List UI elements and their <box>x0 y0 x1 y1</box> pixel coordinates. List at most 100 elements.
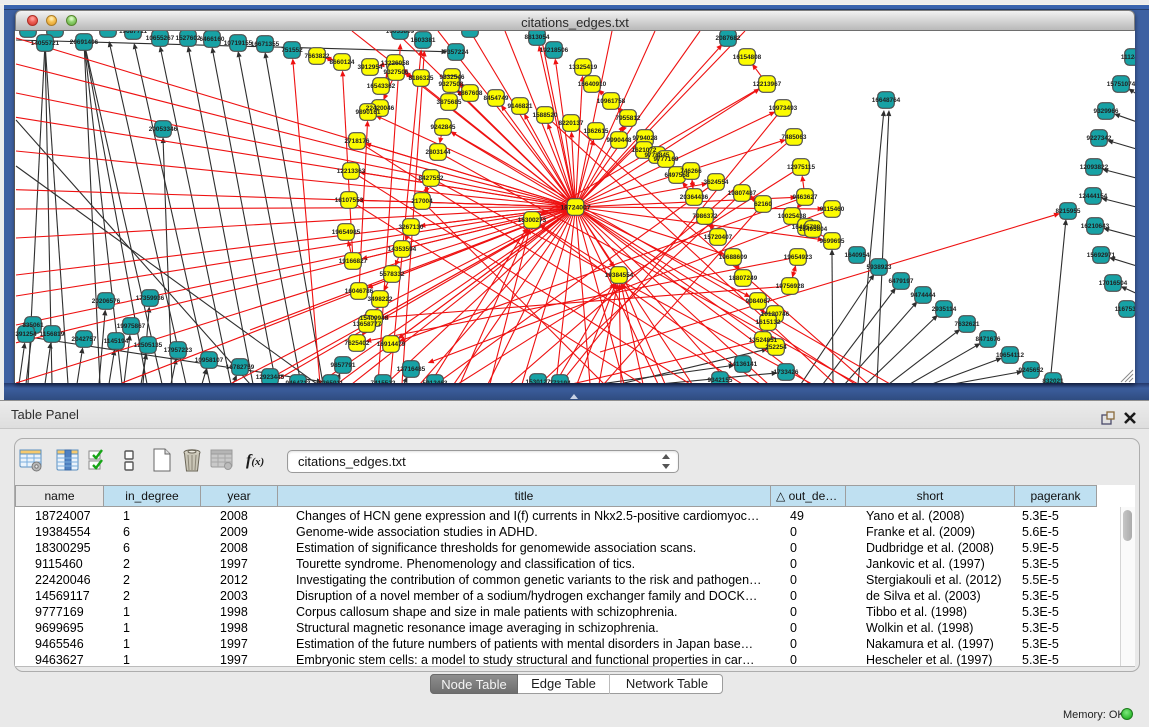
svg-text:10120746: 10120746 <box>761 311 790 318</box>
svg-text:217004: 217004 <box>411 198 433 205</box>
svg-text:9332546: 9332546 <box>440 74 465 81</box>
svg-text:13716485: 13716485 <box>397 366 426 373</box>
svg-text:20053346: 20053346 <box>149 126 178 133</box>
svg-text:9327506: 9327506 <box>384 69 409 76</box>
svg-text:9245652: 9245652 <box>1019 367 1044 374</box>
svg-text:9794028: 9794028 <box>633 135 658 142</box>
svg-text:7663822: 7663822 <box>305 53 330 60</box>
svg-text:3624554: 3624554 <box>704 179 729 186</box>
svg-text:12444154: 12444154 <box>1079 193 1108 200</box>
svg-text:12213363: 12213363 <box>337 168 366 175</box>
svg-text:8427552: 8427552 <box>419 175 444 182</box>
svg-text:9329966: 9329966 <box>1094 108 1119 115</box>
svg-text:12093822: 12093822 <box>1080 164 1109 171</box>
svg-text:7357224: 7357224 <box>444 49 469 56</box>
svg-text:20691406: 20691406 <box>70 39 99 46</box>
svg-text:9464713: 9464713 <box>286 380 311 383</box>
svg-text:10025438: 10025438 <box>778 213 807 220</box>
svg-text:19384554: 19384554 <box>605 272 634 279</box>
svg-text:15692971: 15692971 <box>1087 252 1116 259</box>
svg-text:9474444: 9474444 <box>911 292 936 299</box>
svg-text:20206576: 20206576 <box>92 298 121 305</box>
svg-text:62160: 62160 <box>754 201 772 208</box>
svg-text:8186325: 8186325 <box>409 75 434 82</box>
svg-text:773194: 773194 <box>549 380 571 383</box>
svg-text:7485063: 7485063 <box>782 134 807 141</box>
svg-text:10655267: 10655267 <box>146 35 175 42</box>
svg-text:18724007: 18724007 <box>560 204 590 211</box>
svg-text:1588520: 1588520 <box>533 112 558 119</box>
svg-text:16543362: 16543362 <box>367 83 396 90</box>
svg-text:8471676: 8471676 <box>976 336 1001 343</box>
svg-text:9990448: 9990448 <box>607 137 632 144</box>
svg-text:10807487: 10807487 <box>728 190 757 197</box>
svg-text:13524851: 13524851 <box>749 337 778 344</box>
svg-text:9327508: 9327508 <box>439 81 464 88</box>
svg-text:2935114: 2935114 <box>932 306 957 313</box>
svg-text:1530127: 1530127 <box>526 379 551 383</box>
svg-text:751552: 751552 <box>281 47 303 54</box>
svg-text:9342155: 9342155 <box>708 377 733 383</box>
svg-text:835061: 835061 <box>22 322 44 329</box>
svg-text:9146821: 9146821 <box>508 103 533 110</box>
svg-text:16210643: 16210643 <box>1081 223 1110 230</box>
svg-text:5578332: 5578332 <box>380 271 405 278</box>
svg-text:1112476: 1112476 <box>1121 54 1135 61</box>
svg-text:9937141: 9937141 <box>458 31 483 33</box>
svg-text:9777169: 9777169 <box>654 156 679 163</box>
svg-text:15300273: 15300273 <box>518 217 547 224</box>
svg-text:16640910: 16640910 <box>578 81 607 88</box>
svg-text:17016504: 17016504 <box>1099 280 1128 287</box>
svg-text:1362615: 1362615 <box>584 128 609 135</box>
svg-text:2087682: 2087682 <box>716 35 741 42</box>
svg-text:1527602: 1527602 <box>176 35 201 42</box>
svg-text:9115460: 9115460 <box>820 206 845 213</box>
svg-text:19756928: 19756928 <box>776 283 805 290</box>
svg-text:12975115: 12975115 <box>787 164 816 171</box>
svg-text:7415522: 7415522 <box>371 380 396 383</box>
svg-text:9699695: 9699695 <box>820 238 845 245</box>
svg-text:2718176: 2718176 <box>345 138 370 145</box>
svg-text:19218506: 19218506 <box>540 47 569 54</box>
svg-text:9242845: 9242845 <box>431 124 456 131</box>
svg-text:8220137: 8220137 <box>559 120 584 127</box>
svg-text:2055721: 2055721 <box>43 31 68 33</box>
svg-text:3912954: 3912954 <box>358 64 383 71</box>
svg-text:5938923: 5938923 <box>867 264 892 271</box>
svg-text:18107553: 18107553 <box>335 197 364 204</box>
svg-text:16046786: 16046786 <box>345 288 374 295</box>
svg-text:17957223: 17957223 <box>164 347 193 354</box>
svg-text:16033809: 16033809 <box>386 31 415 35</box>
svg-text:16782759: 16782759 <box>226 364 255 371</box>
svg-text:10973493: 10973493 <box>769 105 798 112</box>
svg-text:7632621: 7632621 <box>955 321 980 328</box>
svg-text:14055721: 14055721 <box>31 40 60 47</box>
svg-text:10961758: 10961758 <box>597 98 626 105</box>
svg-text:16154808: 16154808 <box>733 54 762 61</box>
svg-text:8265911: 8265911 <box>319 380 344 383</box>
svg-text:12213967: 12213967 <box>753 81 782 88</box>
svg-text:16093809: 16093809 <box>15 31 43 33</box>
svg-text:19975867: 19975867 <box>117 323 146 330</box>
svg-text:20364436: 20364436 <box>680 194 709 201</box>
svg-text:1603381: 1603381 <box>411 37 436 44</box>
svg-text:1615132: 1615132 <box>756 319 781 326</box>
svg-text:16671355: 16671355 <box>251 41 280 48</box>
svg-text:15720407: 15720407 <box>704 234 733 241</box>
svg-text:10654112: 10654112 <box>996 352 1025 359</box>
svg-text:9890161: 9890161 <box>356 109 381 116</box>
svg-text:8454749: 8454749 <box>484 95 509 102</box>
svg-text:13325419: 13325419 <box>569 64 598 71</box>
svg-text:19654923: 19654923 <box>784 254 813 261</box>
svg-text:7986372: 7986372 <box>693 213 718 220</box>
svg-text:8813054: 8813054 <box>525 34 550 41</box>
svg-text:1733426: 1733426 <box>774 369 799 376</box>
svg-text:391254: 391254 <box>15 331 37 338</box>
svg-text:16914479: 16914479 <box>377 341 406 348</box>
svg-text:15751074: 15751074 <box>1107 81 1135 88</box>
svg-text:12505135: 12505135 <box>134 342 163 349</box>
svg-text:8660124: 8660124 <box>330 59 355 66</box>
svg-text:1167533: 1167533 <box>1115 306 1135 313</box>
svg-text:13226058: 13226058 <box>381 60 410 67</box>
svg-text:8712255: 8712255 <box>96 31 121 33</box>
